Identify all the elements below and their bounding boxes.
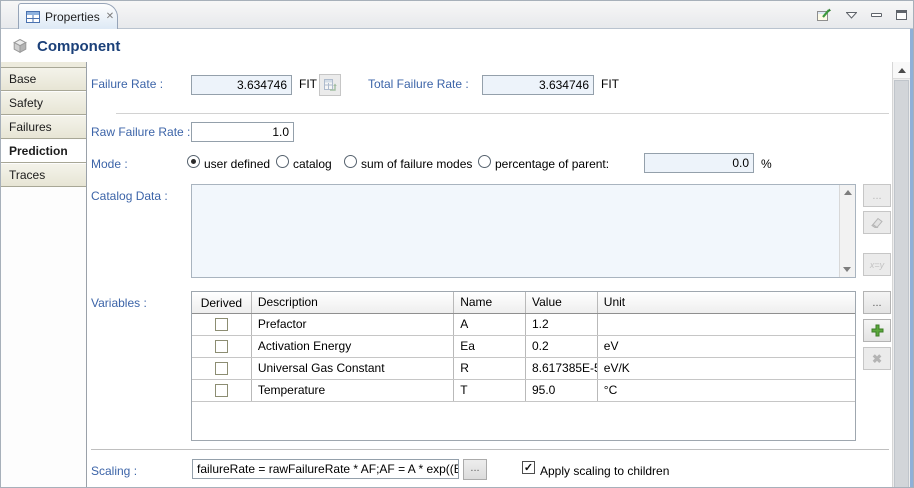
percent-sign: % xyxy=(761,157,772,171)
column-unit[interactable]: Unit xyxy=(598,292,855,313)
tab-failures[interactable]: Failures xyxy=(1,116,86,139)
radio-user-defined-label[interactable]: user defined xyxy=(204,157,270,171)
tab-safety[interactable]: Safety xyxy=(1,92,86,115)
scroll-up-icon xyxy=(898,68,906,73)
recalculate-button xyxy=(319,74,341,96)
scroll-up-icon[interactable] xyxy=(844,190,852,195)
scroll-up-button[interactable] xyxy=(893,62,910,79)
prediction-form: Failure Rate : 3.634746 FIT Total Failur… xyxy=(87,62,894,488)
delete-variable-button: ✖ xyxy=(863,347,891,370)
variables-header-row: Derived Description Name Value Unit xyxy=(192,292,855,314)
divider xyxy=(116,113,889,114)
view-toolbar xyxy=(815,1,907,29)
derived-checkbox[interactable] xyxy=(215,340,228,353)
failure-rate-field[interactable]: 3.634746 xyxy=(191,75,292,95)
add-variable-button[interactable] xyxy=(863,319,891,342)
table-row[interactable]: Temperature T 95.0 °C xyxy=(192,380,855,402)
section-header: Component xyxy=(1,30,912,62)
window-edge xyxy=(910,29,913,488)
properties-table-icon xyxy=(26,11,40,23)
column-derived[interactable]: Derived xyxy=(192,292,252,313)
total-failure-rate-field[interactable]: 3.634746 xyxy=(482,75,594,95)
tab-prediction[interactable]: Prediction xyxy=(1,140,86,163)
scroll-down-icon[interactable] xyxy=(843,267,851,272)
derived-checkbox[interactable] xyxy=(215,362,228,375)
variables-label: Variables : xyxy=(91,296,147,310)
apply-scaling-label[interactable]: Apply scaling to children xyxy=(540,464,669,478)
scaling-expression-field[interactable]: failureRate = rawFailureRate * AF;AF = A… xyxy=(192,459,459,479)
tab-base[interactable]: Base xyxy=(1,68,86,91)
column-value[interactable]: Value xyxy=(526,292,598,313)
table-row[interactable]: Universal Gas Constant R 8.617385E-5 eV/… xyxy=(192,358,855,380)
tab-title: Properties xyxy=(45,10,100,24)
percentage-of-parent-field[interactable]: 0.0 xyxy=(644,153,754,173)
tab-properties[interactable]: Properties ✕ xyxy=(18,3,118,29)
catalog-scrollbar[interactable] xyxy=(839,185,855,277)
view-tab-bar: Properties ✕ xyxy=(1,1,913,29)
total-failure-rate-label: Total Failure Rate : xyxy=(368,77,469,91)
properties-view: Properties ✕ xyxy=(0,0,914,488)
table-row[interactable]: Activation Energy Ea 0.2 eV xyxy=(192,336,855,358)
failure-rate-unit: FIT xyxy=(299,77,317,91)
view-menu-icon[interactable] xyxy=(846,12,857,19)
page-title: Component xyxy=(37,38,120,55)
radio-sum-of-failure-modes-label[interactable]: sum of failure modes xyxy=(361,157,472,171)
check-icon: ✓ xyxy=(523,462,534,474)
scaling-browse-button[interactable]: ... xyxy=(463,459,487,480)
radio-user-defined[interactable] xyxy=(187,155,200,168)
page-tab-list: Base Safety Failures Prediction Traces xyxy=(1,62,86,488)
radio-percentage-of-parent[interactable] xyxy=(478,155,491,168)
component-cube-icon xyxy=(12,38,28,54)
maximize-icon[interactable] xyxy=(896,10,907,20)
minimize-icon[interactable] xyxy=(871,13,882,17)
column-name[interactable]: Name xyxy=(454,292,526,313)
scaling-label: Scaling : xyxy=(91,464,137,478)
table-row[interactable]: Prefactor A 1.2 xyxy=(192,314,855,336)
catalog-data-label: Catalog Data : xyxy=(91,189,168,203)
apply-scaling-checkbox[interactable]: ✓ xyxy=(522,461,535,474)
raw-failure-rate-field[interactable]: 1.0 xyxy=(191,122,294,142)
mode-label: Mode : xyxy=(91,157,128,171)
tab-traces[interactable]: Traces xyxy=(1,164,86,187)
radio-sum-of-failure-modes[interactable] xyxy=(344,155,357,168)
catalog-clear-button xyxy=(863,211,891,234)
close-icon[interactable]: ✕ xyxy=(106,11,114,22)
total-failure-rate-unit: FIT xyxy=(601,77,619,91)
catalog-formula-button: x=y xyxy=(863,253,891,276)
variables-table: Derived Description Name Value Unit Pref… xyxy=(191,291,856,441)
catalog-browse-button: ... xyxy=(863,184,891,207)
catalog-data-textarea[interactable] xyxy=(191,184,856,278)
pin-view-icon[interactable] xyxy=(815,7,832,23)
column-description[interactable]: Description xyxy=(252,292,454,313)
vertical-scrollbar[interactable] xyxy=(892,62,910,488)
raw-failure-rate-label: Raw Failure Rate : xyxy=(91,125,190,139)
failure-rate-label: Failure Rate : xyxy=(91,77,163,91)
derived-checkbox[interactable] xyxy=(215,384,228,397)
variables-browse-button[interactable]: ... xyxy=(863,291,891,314)
radio-catalog[interactable] xyxy=(276,155,289,168)
radio-catalog-label[interactable]: catalog xyxy=(293,157,332,171)
scrollbar-thumb[interactable] xyxy=(894,80,909,488)
derived-checkbox[interactable] xyxy=(215,318,228,331)
formula-icon: x=y xyxy=(870,260,884,270)
delete-x-icon: ✖ xyxy=(872,352,882,366)
radio-percentage-of-parent-label[interactable]: percentage of parent: xyxy=(495,157,609,171)
divider xyxy=(91,449,889,450)
